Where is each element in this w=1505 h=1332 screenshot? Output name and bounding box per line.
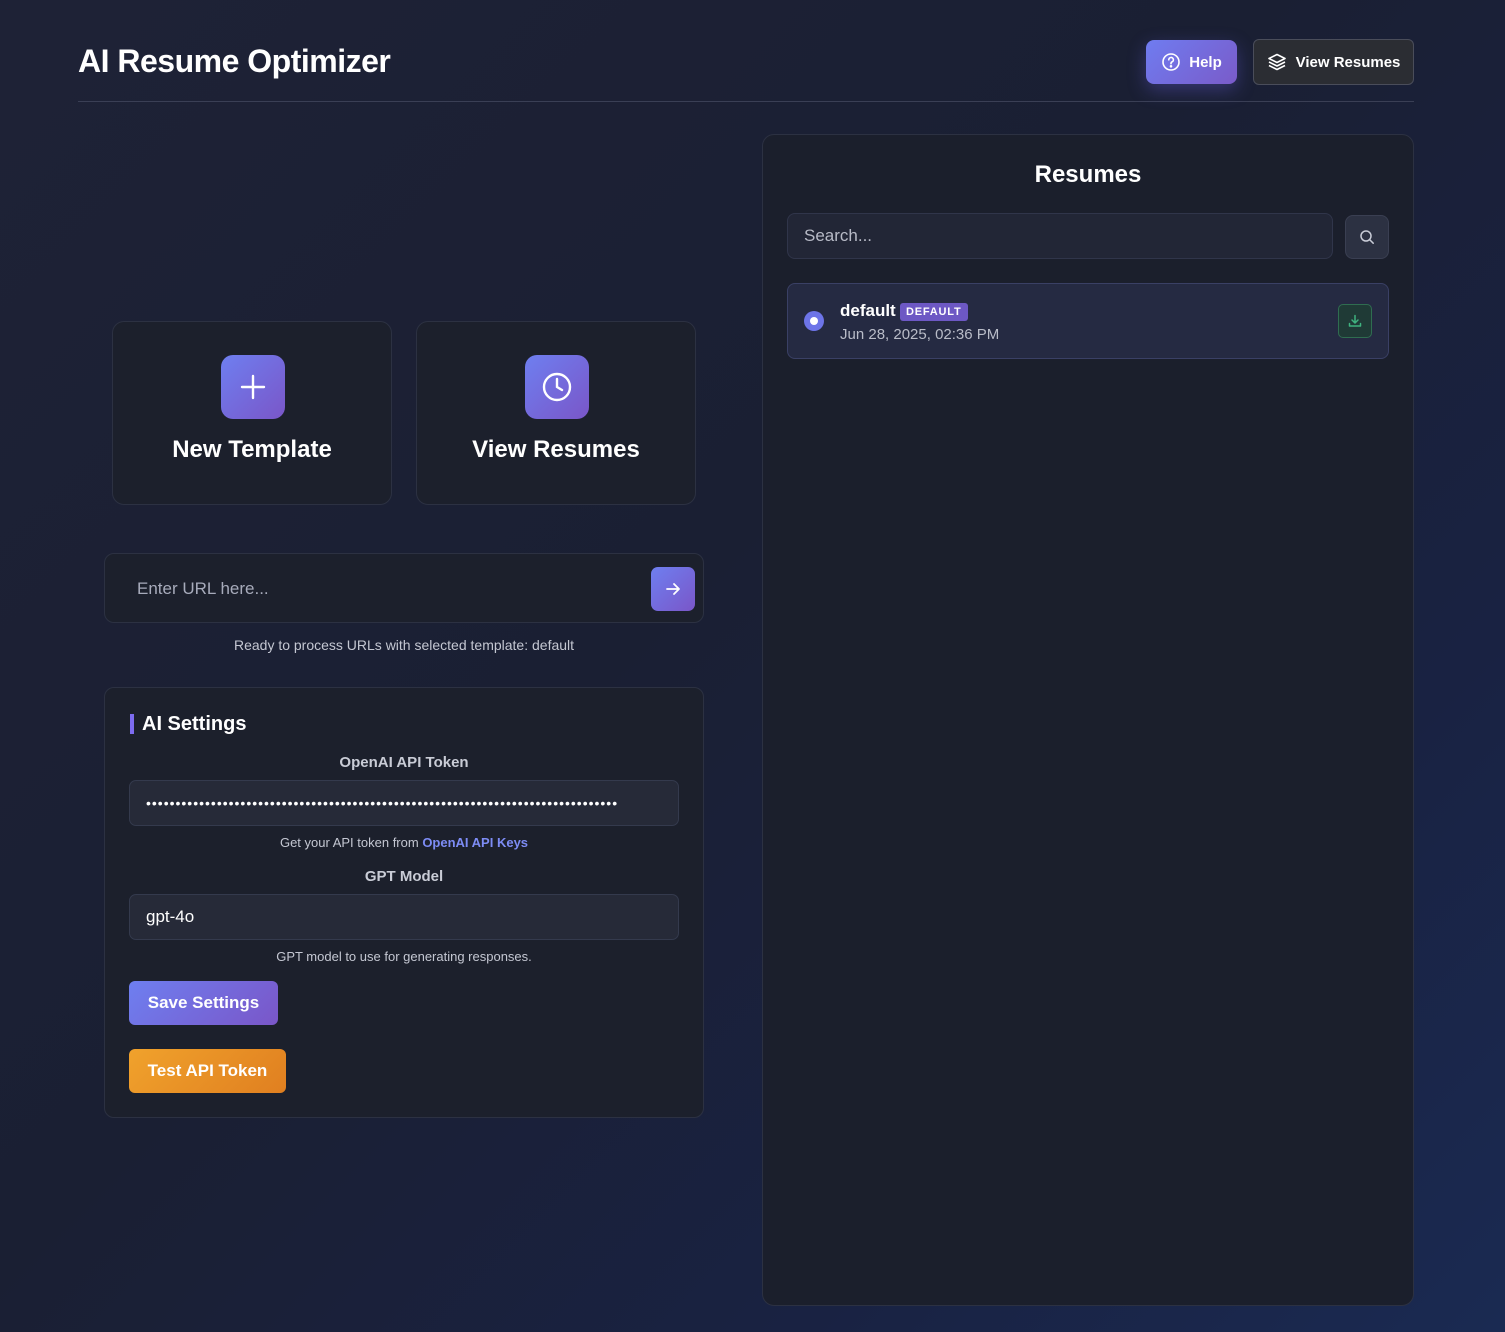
resumes-title: Resumes <box>1034 161 1142 188</box>
view-resumes-header-label: View Resumes <box>1295 53 1401 71</box>
view-resumes-card[interactable]: View Resumes <box>416 321 696 505</box>
test-api-token-button[interactable]: Test API Token <box>129 1049 286 1093</box>
search-icon <box>1359 229 1375 245</box>
resume-search-input[interactable] <box>787 213 1333 259</box>
ai-settings-title: AI Settings <box>130 714 246 734</box>
url-status-text: Ready to process URLs with selected temp… <box>233 637 575 653</box>
search-button[interactable] <box>1345 215 1389 259</box>
new-template-card[interactable]: New Template <box>112 321 392 505</box>
view-resumes-header-button[interactable]: View Resumes <box>1253 39 1414 85</box>
clock-icon <box>525 355 589 419</box>
api-token-help: Get your API token from OpenAI API Keys <box>105 835 703 850</box>
resume-select-radio[interactable] <box>804 311 824 331</box>
header: AI Resume Optimizer Help View Resumes <box>78 38 1414 102</box>
arrow-right-icon <box>664 580 682 598</box>
download-icon <box>1347 313 1363 329</box>
download-resume-button[interactable] <box>1338 304 1372 338</box>
submit-url-button[interactable] <box>651 567 695 611</box>
help-button[interactable]: Help <box>1146 40 1237 84</box>
openai-api-keys-link[interactable]: OpenAI API Keys <box>422 835 528 850</box>
resumes-panel: Resumes default DEFAULT Jun 28, 2025, 02… <box>762 134 1414 1306</box>
question-circle-icon <box>1161 52 1181 72</box>
api-token-help-text: Get your API token from <box>279 835 423 850</box>
url-input[interactable] <box>121 566 651 612</box>
app-title: AI Resume Optimizer <box>78 43 391 79</box>
layers-icon <box>1267 52 1287 72</box>
ai-settings-panel: AI Settings OpenAI API Token Get your AP… <box>104 687 704 1118</box>
help-button-label: Help <box>1189 53 1222 71</box>
view-resumes-card-label: View Resumes <box>472 436 640 463</box>
api-token-field[interactable] <box>129 780 679 826</box>
resume-list-item[interactable]: default DEFAULT Jun 28, 2025, 02:36 PM <box>787 283 1389 359</box>
resume-name: default <box>840 301 896 320</box>
gpt-model-field[interactable] <box>129 894 679 940</box>
new-template-label: New Template <box>172 436 332 463</box>
resume-date: Jun 28, 2025, 02:36 PM <box>840 326 1000 343</box>
save-settings-button[interactable]: Save Settings <box>129 981 278 1025</box>
default-badge: DEFAULT <box>900 303 968 321</box>
api-token-label: OpenAI API Token <box>339 754 469 771</box>
gpt-model-help: GPT model to use for generating response… <box>276 949 532 964</box>
url-bar <box>104 553 704 623</box>
gpt-model-label: GPT Model <box>364 868 444 885</box>
plus-icon <box>221 355 285 419</box>
